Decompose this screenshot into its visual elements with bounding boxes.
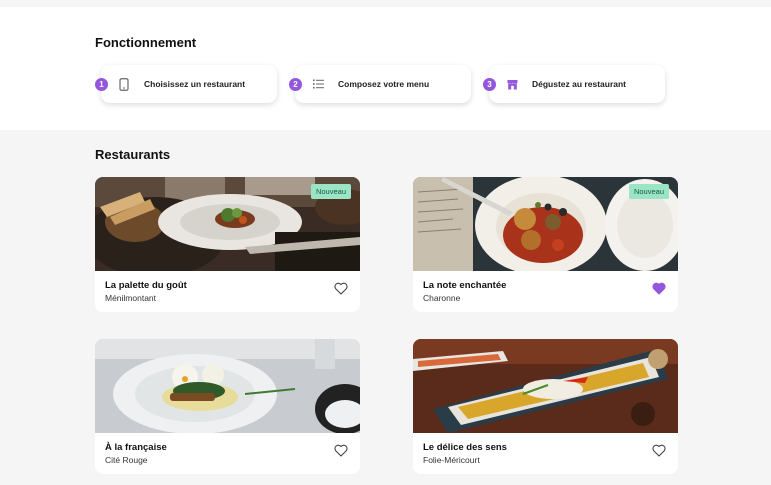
heart-icon[interactable] bbox=[334, 444, 348, 457]
restaurant-location: Folie-Méricourt bbox=[423, 455, 480, 465]
how-it-works-section: Fonctionnement 1 Choisissez un restauran… bbox=[0, 7, 771, 130]
heart-filled-icon[interactable] bbox=[652, 282, 666, 295]
heart-icon[interactable] bbox=[334, 282, 348, 295]
restaurant-photo: Nouveau bbox=[413, 177, 678, 271]
step-card: Choisissez un restaurant bbox=[101, 65, 277, 103]
restaurant-location: Charonne bbox=[423, 293, 461, 303]
restaurant-name: À la française bbox=[105, 442, 167, 453]
restaurant-photo bbox=[413, 339, 678, 433]
phone-icon bbox=[117, 77, 131, 91]
restaurant-card[interactable]: Le délice des sens Folie-Méricourt bbox=[413, 339, 678, 474]
store-icon bbox=[505, 77, 519, 91]
step-number-badge: 2 bbox=[289, 78, 302, 91]
step-number-badge: 1 bbox=[95, 78, 108, 91]
restaurants-title: Restaurants bbox=[95, 147, 171, 162]
new-badge: Nouveau bbox=[310, 184, 351, 199]
restaurant-location: Cité Rouge bbox=[105, 455, 148, 465]
step-card: Composez votre menu bbox=[295, 65, 471, 103]
restaurant-card[interactable]: À la française Cité Rouge bbox=[95, 339, 360, 474]
step-card: Dégustez au restaurant bbox=[489, 65, 665, 103]
restaurant-name: La palette du goût bbox=[105, 280, 187, 291]
step-number-badge: 3 bbox=[483, 78, 496, 91]
list-icon bbox=[311, 77, 325, 91]
restaurant-photo: Nouveau bbox=[95, 177, 360, 271]
restaurant-card[interactable]: Nouveau La palette du goût Ménilmontant bbox=[95, 177, 360, 312]
restaurant-name: Le délice des sens bbox=[423, 442, 507, 453]
restaurant-card[interactable]: Nouveau La note enchantée Charonne bbox=[413, 177, 678, 312]
how-it-works-title: Fonctionnement bbox=[95, 35, 197, 50]
new-badge: Nouveau bbox=[628, 184, 669, 199]
top-strip bbox=[0, 0, 771, 7]
heart-icon[interactable] bbox=[652, 444, 666, 457]
restaurant-location: Ménilmontant bbox=[105, 293, 157, 303]
restaurant-photo bbox=[95, 339, 360, 433]
step-label: Composez votre menu bbox=[338, 79, 430, 89]
restaurant-name: La note enchantée bbox=[423, 280, 507, 291]
step-label: Dégustez au restaurant bbox=[532, 79, 626, 89]
step-label: Choisissez un restaurant bbox=[144, 79, 246, 89]
